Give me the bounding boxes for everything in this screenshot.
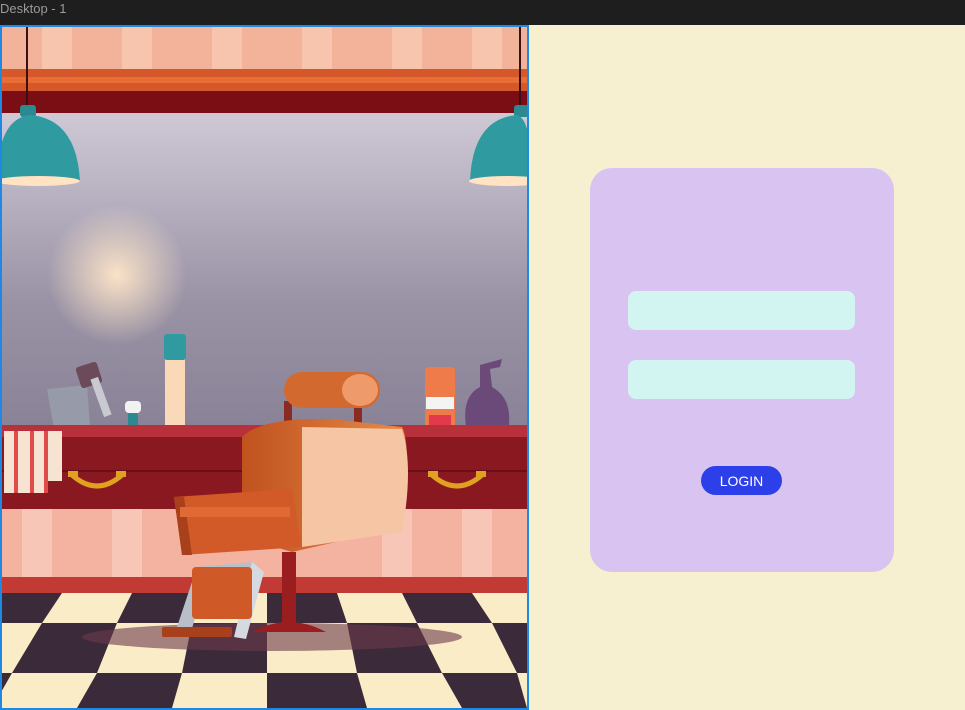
barbershop-illustration — [0, 25, 529, 710]
password-input[interactable] — [628, 360, 855, 399]
login-button[interactable]: LOGIN — [701, 466, 782, 495]
login-card: LOGIN — [590, 168, 894, 572]
window-title: Desktop - 1 — [0, 0, 965, 25]
desktop-frame: LOGIN — [0, 25, 965, 710]
username-input[interactable] — [628, 291, 855, 330]
